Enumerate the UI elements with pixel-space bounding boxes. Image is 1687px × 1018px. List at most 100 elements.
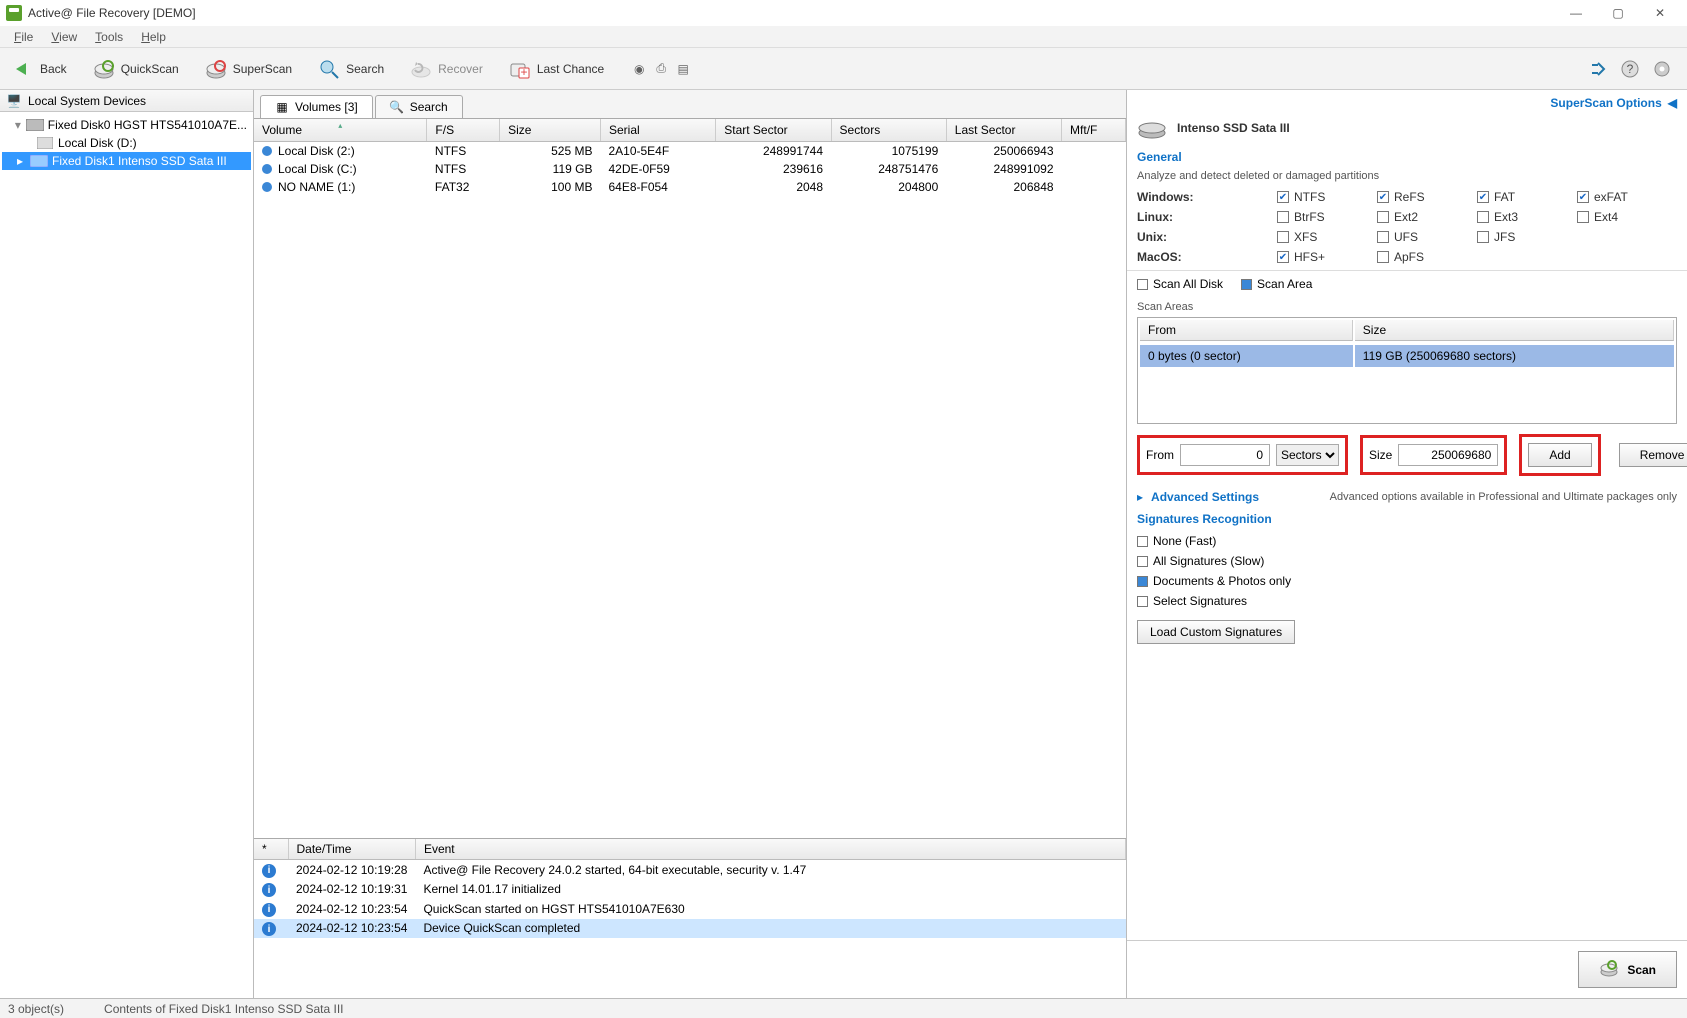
menu-file[interactable]: File (6, 28, 41, 46)
table-row[interactable]: Local Disk (C:) NTFS119 GB42DE-0F59 2396… (254, 160, 1126, 178)
radio-sig-all[interactable]: All Signatures (Slow) (1137, 554, 1677, 568)
computer-icon: 🖥️ (6, 93, 22, 109)
toolbar-small-icons: ◉ ⎙ ▤ (630, 60, 692, 78)
advanced-row: ▸ Advanced Settings Advanced options ava… (1127, 486, 1687, 508)
from-input[interactable] (1180, 444, 1270, 466)
add-button[interactable]: Add (1528, 443, 1591, 467)
superscan-label: SuperScan (233, 62, 292, 76)
small-icon-1[interactable]: ◉ (630, 60, 648, 78)
log-col-star[interactable]: * (254, 839, 288, 860)
radio-sig-docs[interactable]: Documents & Photos only (1137, 574, 1677, 588)
disk-title: Intenso SSD Sata III (1127, 110, 1687, 146)
chk-xfs[interactable]: XFS (1277, 230, 1377, 244)
chk-exfat[interactable]: exFAT (1577, 190, 1677, 204)
chk-ufs[interactable]: UFS (1377, 230, 1477, 244)
remove-group: Remove (1613, 437, 1687, 473)
menu-tools[interactable]: Tools (87, 28, 131, 46)
log-table: * Date/Time Event i2024-02-12 10:19:28Ac… (254, 839, 1126, 938)
minimize-button[interactable]: — (1555, 0, 1597, 26)
tree-disk0[interactable]: ▾ Fixed Disk0 HGST HTS541010A7E... (2, 116, 251, 134)
superscan-button[interactable]: SuperScan (199, 54, 298, 84)
log-row[interactable]: i2024-02-12 10:23:54QuickScan started on… (254, 899, 1126, 919)
lastchance-button[interactable]: + Last Chance (503, 54, 610, 84)
col-last[interactable]: Last Sector (946, 119, 1061, 142)
small-icon-2[interactable]: ⎙ (652, 60, 670, 78)
log-col-event[interactable]: Event (415, 839, 1125, 860)
radio-sig-none[interactable]: None (Fast) (1137, 534, 1677, 548)
chk-btrfs[interactable]: BtrFS (1277, 210, 1377, 224)
back-arrow-icon (12, 58, 34, 80)
scan-mode-row: Scan All Disk Scan Area (1127, 270, 1687, 297)
window-title: Active@ File Recovery [DEMO] (28, 6, 1555, 20)
chk-ext2[interactable]: Ext2 (1377, 210, 1477, 224)
col-mft[interactable]: Mft/F (1062, 119, 1126, 142)
area-col-size[interactable]: Size (1355, 320, 1674, 341)
radio-sig-select[interactable]: Select Signatures (1137, 594, 1677, 608)
scan-footer: Scan (1127, 940, 1687, 998)
back-button[interactable]: Back (6, 54, 73, 84)
col-volume[interactable]: ▴Volume (254, 119, 427, 142)
chk-ext4[interactable]: Ext4 (1577, 210, 1677, 224)
tab-search[interactable]: 🔍 Search (375, 95, 463, 118)
maximize-button[interactable]: ▢ (1597, 0, 1639, 26)
search-button[interactable]: Search (312, 54, 390, 84)
device-tree: ▾ Fixed Disk0 HGST HTS541010A7E... Local… (0, 112, 253, 174)
chevron-down-icon[interactable]: ▸ (1137, 490, 1143, 504)
help-icon[interactable]: ? (1619, 58, 1641, 80)
recover-icon (410, 58, 432, 80)
quickscan-button[interactable]: QuickScan (87, 54, 185, 84)
table-row[interactable]: Local Disk (2:) NTFS525 MB2A10-5E4F 2489… (254, 142, 1126, 161)
radio-scan-area[interactable]: Scan Area (1241, 277, 1312, 291)
menu-help[interactable]: Help (133, 28, 174, 46)
col-fs[interactable]: F/S (427, 119, 500, 142)
connect-icon[interactable] (1587, 58, 1609, 80)
table-row[interactable]: NO NAME (1:) FAT32100 MB64E8-F054 204820… (254, 178, 1126, 196)
size-input[interactable] (1398, 444, 1498, 466)
filesystems-grid: Windows: NTFS ReFS FAT exFAT Linux: BtrF… (1127, 190, 1687, 264)
col-sectors[interactable]: Sectors (831, 119, 946, 142)
tree-disk1[interactable]: ▸ Fixed Disk1 Intenso SSD Sata III (2, 152, 251, 170)
ssd-icon (30, 154, 48, 168)
expand-icon[interactable]: ▸ (14, 154, 26, 168)
chk-ntfs[interactable]: NTFS (1277, 190, 1377, 204)
tab-volumes[interactable]: ▦ Volumes [3] (260, 95, 373, 118)
col-size[interactable]: Size (500, 119, 601, 142)
menubar: File View Tools Help (0, 26, 1687, 48)
menu-view[interactable]: View (43, 28, 85, 46)
from-group: From Sectors (1137, 435, 1348, 475)
volumes-table-wrap[interactable]: ▴Volume F/S Size Serial Start Sector Sec… (254, 118, 1126, 838)
scan-button[interactable]: Scan (1578, 951, 1677, 988)
remove-button[interactable]: Remove (1619, 443, 1687, 467)
add-group: Add (1519, 434, 1600, 476)
recover-button[interactable]: Recover (404, 54, 489, 84)
chk-apfs[interactable]: ApFS (1377, 250, 1477, 264)
advanced-settings-link[interactable]: Advanced Settings (1151, 490, 1259, 504)
tree-local-d[interactable]: Local Disk (D:) (2, 134, 251, 152)
volume-icon (36, 136, 54, 150)
area-row-0[interactable]: 0 bytes (0 sector) 119 GB (250069680 sec… (1140, 345, 1674, 367)
col-serial[interactable]: Serial (600, 119, 715, 142)
area-inputs-row: From Sectors Size Add Remove (1127, 424, 1687, 486)
radio-scan-all[interactable]: Scan All Disk (1137, 277, 1223, 291)
area-col-from[interactable]: From (1140, 320, 1353, 341)
chk-fat[interactable]: FAT (1477, 190, 1577, 204)
back-label: Back (40, 62, 67, 76)
size-group: Size (1360, 435, 1507, 475)
chk-refs[interactable]: ReFS (1377, 190, 1477, 204)
chevron-left-icon[interactable]: ◀ (1668, 96, 1677, 110)
gear-icon[interactable] (1651, 58, 1673, 80)
chk-jfs[interactable]: JFS (1477, 230, 1577, 244)
unit-select[interactable]: Sectors (1276, 444, 1339, 466)
close-button[interactable]: ✕ (1639, 0, 1681, 26)
log-row[interactable]: i2024-02-12 10:23:54Device QuickScan com… (254, 919, 1126, 939)
collapse-icon[interactable]: ▾ (14, 118, 22, 132)
chk-hfsp[interactable]: HFS+ (1277, 250, 1377, 264)
log-row[interactable]: i2024-02-12 10:19:28Active@ File Recover… (254, 860, 1126, 880)
log-col-dt[interactable]: Date/Time (288, 839, 415, 860)
col-start[interactable]: Start Sector (716, 119, 831, 142)
load-signatures-button[interactable]: Load Custom Signatures (1137, 620, 1295, 644)
log-row[interactable]: i2024-02-12 10:19:31Kernel 14.01.17 init… (254, 880, 1126, 900)
small-icon-3[interactable]: ▤ (674, 60, 692, 78)
chk-ext3[interactable]: Ext3 (1477, 210, 1577, 224)
size-label: Size (1369, 448, 1392, 462)
